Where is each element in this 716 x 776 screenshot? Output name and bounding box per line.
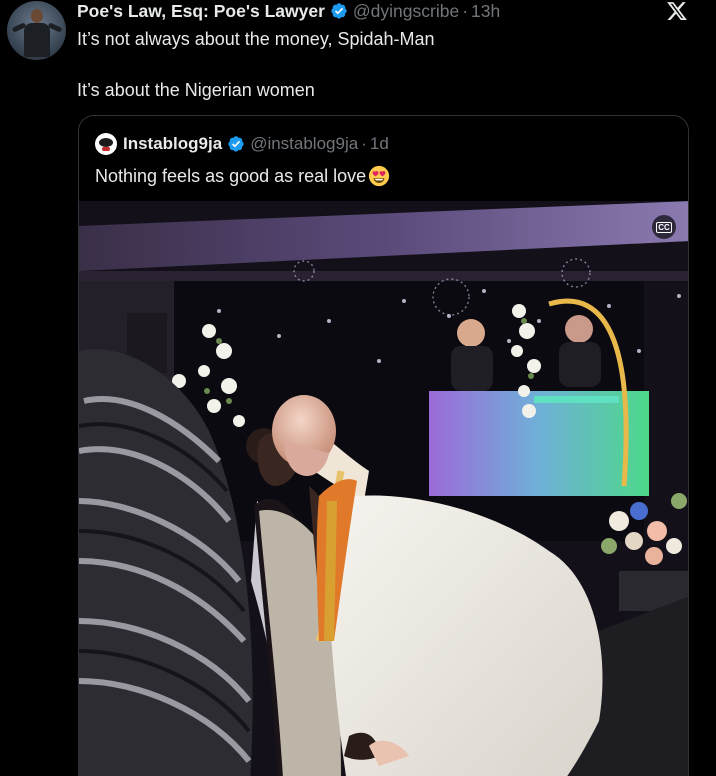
avatar-figure-body bbox=[24, 23, 50, 57]
captions-button[interactable]: CC bbox=[652, 215, 676, 239]
display-name[interactable]: Poe's Law, Esq: Poe's Lawyer bbox=[77, 1, 325, 22]
timestamp[interactable]: 13h bbox=[471, 1, 500, 22]
avatar-figure-head bbox=[31, 9, 43, 23]
tweet-header: Poe's Law, Esq: Poe's Lawyer @dyingscrib… bbox=[77, 0, 500, 22]
verified-badge-icon bbox=[331, 3, 347, 19]
separator-dot: · bbox=[462, 0, 469, 21]
x-close-icon[interactable] bbox=[666, 0, 688, 22]
quoted-timestamp[interactable]: 1d bbox=[370, 134, 389, 154]
quoted-user-handle[interactable]: @instablog9ja bbox=[250, 134, 358, 154]
user-handle[interactable]: @dyingscribe bbox=[353, 1, 459, 22]
quoted-tweet-card[interactable]: Instablog9ja @instablog9ja · 1d Nothing … bbox=[78, 115, 689, 776]
verified-badge-icon bbox=[228, 136, 244, 152]
quoted-tweet-text-content: Nothing feels as good as real love bbox=[95, 165, 367, 186]
tweet-text-line: It’s about the Nigerian women bbox=[77, 80, 315, 100]
captions-label: CC bbox=[656, 221, 672, 233]
separator-dot: · bbox=[361, 134, 367, 153]
user-avatar[interactable] bbox=[7, 1, 66, 60]
video-player[interactable]: CC bbox=[79, 201, 688, 776]
video-frame bbox=[79, 201, 688, 776]
quoted-tweet-text: Nothing feels as good as real love bbox=[95, 165, 390, 187]
heart-eyes-emoji-icon bbox=[369, 165, 390, 187]
tweet-text-line: It’s not always about the money, Spidah-… bbox=[77, 29, 435, 49]
quoted-display-name[interactable]: Instablog9ja bbox=[123, 134, 222, 154]
quoted-user-avatar[interactable] bbox=[95, 133, 117, 155]
quoted-tweet-header: Instablog9ja @instablog9ja · 1d bbox=[95, 133, 389, 155]
